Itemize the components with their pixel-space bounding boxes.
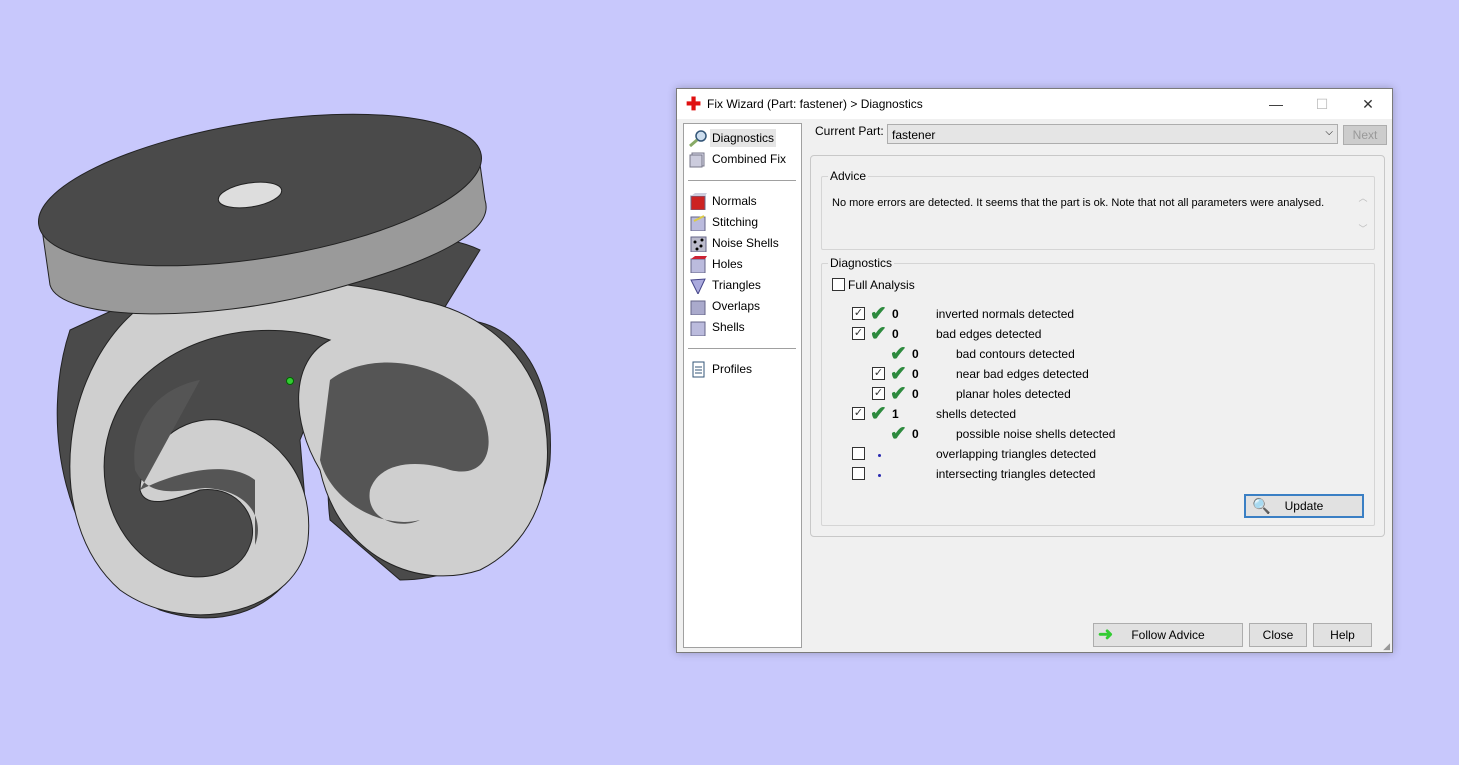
follow-advice-button[interactable]: ➜ Follow Advice [1093,623,1243,647]
green-check-icon: ✔ [890,423,907,445]
minimize-button[interactable]: — [1253,89,1299,119]
diagnostic-label: shells detected [936,407,1017,421]
diagnostic-row: ✓ ✔ 0 planar holes detected [822,383,1362,405]
combined-fix-icon [689,152,705,168]
diagnostics-group: Diagnostics Full Analysis ✓ ✔ 0 inverted no… [821,256,1375,526]
noise-shells-icon [690,236,707,252]
follow-advice-label: Follow Advice [1131,628,1205,642]
overlaps-icon [690,300,706,315]
green-check-icon: ✔ [870,303,887,325]
diagnostic-checkbox[interactable]: ✓ [852,307,865,320]
diagnostic-label: bad contours detected [956,347,1075,361]
nav-divider [688,348,796,349]
nav-item-triangles[interactable]: Triangles [688,275,798,295]
3d-viewport[interactable] [0,0,660,762]
diagnostic-count: 0 [912,367,919,381]
nav-divider [688,180,796,181]
update-button[interactable]: 🔍 Update [1244,494,1364,518]
nav-item-shells[interactable]: Shells [688,317,798,337]
red-cross-icon: ✚ [686,94,702,114]
pending-dot-icon [878,474,881,477]
diagnostic-checkbox[interactable]: ✓ [872,367,885,380]
triangles-icon [690,278,706,294]
green-arrow-icon: ➜ [1098,624,1114,644]
diagnostic-count: 0 [892,327,899,341]
diagnostic-count: 0 [912,427,919,441]
document-icon [692,361,705,378]
maximize-button[interactable]: ☐ [1299,89,1345,119]
holes-cube-icon [690,256,707,273]
diagnostic-count: 1 [892,407,899,421]
full-analysis-label: Full Analysis [848,278,915,292]
chevron-down-icon: ⌵ [1325,127,1333,138]
diagnostic-row: ✓ ✔ 0 near bad edges detected [822,363,1362,385]
close-button[interactable]: Close [1249,623,1307,647]
next-button[interactable]: Next [1343,125,1387,145]
diagnostic-checkbox[interactable]: ✓ [852,407,865,420]
nav-item-overlaps[interactable]: Overlaps [688,296,798,316]
diagnostic-row: ✓ ✔ 0 inverted normals detected [822,303,1362,325]
resize-grip[interactable]: ◢ [1383,641,1390,652]
title-bar[interactable]: ✚ Fix Wizard (Part: fastener) > Diagnost… [677,89,1392,119]
diagnostic-count: 0 [912,347,919,361]
nav-item-stitching[interactable]: Stitching [688,212,798,232]
green-check-icon: ✔ [890,363,907,385]
wizard-nav-list: Diagnostics Combined Fix Normals Stitchi… [683,123,802,648]
green-check-icon: ✔ [890,343,907,365]
current-part-value: fastener [892,128,936,142]
diagnostic-label: overlapping triangles detected [936,447,1097,461]
stitching-cube-icon [690,215,706,231]
shells-cube-icon [690,321,706,336]
close-window-button[interactable]: ✕ [1345,89,1391,119]
advice-group: Advice No more errors are detected. It s… [821,169,1375,250]
window-title: Fix Wizard (Part: fastener) > Diagnostic… [707,97,923,111]
nav-item-holes[interactable]: Holes [688,254,798,274]
diagnostic-row: ✔ 0 bad contours detected [822,343,1362,365]
diagnostic-label: planar holes detected [956,387,1071,401]
diagnostic-row: ✔ 0 possible noise shells detected [822,423,1362,445]
fix-wizard-dialog: ✚ Fix Wizard (Part: fastener) > Diagnost… [676,88,1393,653]
diagnostic-count: 0 [912,387,919,401]
advice-title: Advice [828,169,869,183]
nav-item-noise-shells[interactable]: Noise Shells [688,233,798,253]
fastener-model [38,113,551,619]
diagnostic-label: bad edges detected [936,327,1042,341]
pending-dot-icon [878,454,881,457]
normals-cube-icon [690,193,707,210]
diagnostic-label: inverted normals detected [936,307,1075,321]
diagnostic-row: ✓ ✔ 1 shells detected [822,403,1362,425]
green-check-icon: ✔ [870,403,887,425]
diagnostic-checkbox[interactable] [852,467,865,480]
diagnostic-checkbox[interactable]: ✓ [852,327,865,340]
advice-scrollbar[interactable]: ︿ ﹀ [1356,191,1370,235]
diagnostic-row: ✓ ✔ 0 bad edges detected [822,323,1362,345]
magnifier-icon: 🔍 [1252,498,1271,515]
nav-item-profiles[interactable]: Profiles [688,359,798,379]
nav-item-diagnostics[interactable]: Diagnostics [688,128,798,148]
main-panel: Advice No more errors are detected. It s… [810,155,1385,537]
diagnostic-row: overlapping triangles detected [822,446,1362,464]
full-analysis-checkbox[interactable] [832,278,845,291]
green-check-icon: ✔ [890,383,907,405]
diagnostic-label: near bad edges detected [956,367,1089,381]
diagnostic-checkbox[interactable] [852,447,865,460]
diagnostic-checkbox[interactable]: ✓ [872,387,885,400]
nav-item-normals[interactable]: Normals [688,191,798,211]
diagnostics-title: Diagnostics [828,256,895,270]
diagnostic-count: 0 [892,307,899,321]
advice-text: No more errors are detected. It seems th… [832,197,1325,209]
current-part-select[interactable]: fastener ⌵ [887,124,1338,144]
current-part-label: Current Part: [815,124,884,138]
diagnostic-label: intersecting triangles detected [936,467,1096,481]
diagnostic-row: intersecting triangles detected [822,466,1362,484]
update-label: Update [1284,499,1324,513]
diagnostic-label: possible noise shells detected [956,427,1116,441]
magnifier-icon [689,130,707,147]
help-button[interactable]: Help [1313,623,1372,647]
green-check-icon: ✔ [870,323,887,345]
nav-item-combined-fix[interactable]: Combined Fix [688,149,798,169]
